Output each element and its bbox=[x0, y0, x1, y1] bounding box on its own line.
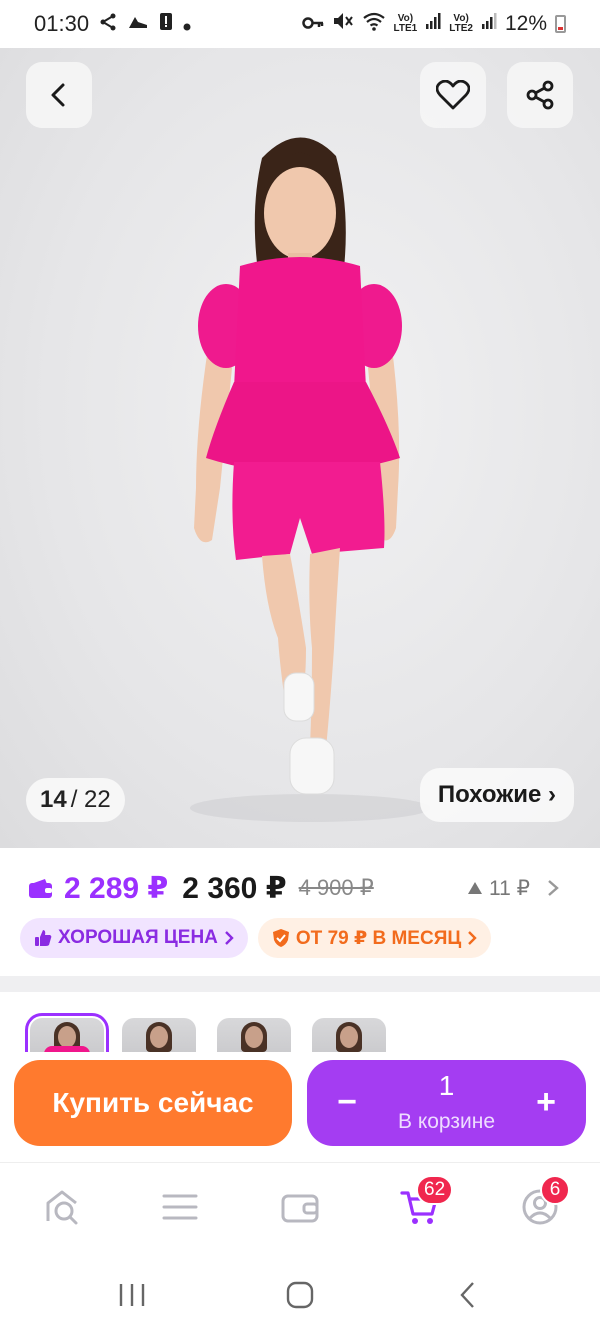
home-button[interactable] bbox=[280, 1280, 320, 1310]
cart-count-badge: 62 bbox=[416, 1175, 454, 1205]
chevron-right-icon bbox=[548, 880, 559, 896]
back-button[interactable] bbox=[26, 62, 92, 128]
wifi-icon bbox=[362, 11, 386, 37]
nav-home[interactable] bbox=[40, 1185, 84, 1229]
battery-percent: 12% bbox=[504, 12, 547, 35]
heart-icon bbox=[436, 80, 470, 110]
share-status-icon bbox=[99, 11, 117, 37]
system-navigation bbox=[0, 1258, 600, 1332]
good-price-chip[interactable]: ХОРОШАЯ ЦЕНА bbox=[20, 918, 248, 958]
photo-total: 22 bbox=[84, 786, 111, 813]
nav-wallet[interactable] bbox=[278, 1185, 322, 1229]
wallet-price: 2 289 ₽ bbox=[64, 871, 169, 905]
photo-current: 14 bbox=[40, 786, 67, 813]
variant-thumbnails bbox=[0, 992, 600, 1063]
installment-label: ОТ 79 ₽ В МЕСЯЦ bbox=[295, 927, 462, 949]
section-divider bbox=[0, 976, 600, 992]
thumbs-up-icon bbox=[35, 930, 52, 946]
wallet-icon bbox=[281, 1194, 319, 1223]
nav-catalog[interactable] bbox=[158, 1185, 202, 1229]
recent-apps-icon bbox=[119, 1284, 145, 1306]
installment-chip[interactable]: ОТ 79 ₽ В МЕСЯЦ bbox=[257, 918, 492, 958]
mute-icon bbox=[332, 11, 354, 37]
product-photo bbox=[190, 137, 430, 822]
dot-status-icon bbox=[183, 11, 191, 37]
cart-quantity-control: − 1 В корзине + bbox=[307, 1060, 586, 1146]
chevron-right-icon bbox=[468, 931, 477, 945]
home-icon bbox=[286, 1281, 314, 1309]
menu-icon bbox=[162, 1194, 198, 1220]
price-chips: ХОРОШАЯ ЦЕНА ОТ 79 ₽ В МЕСЯЦ bbox=[20, 918, 492, 958]
price-change[interactable]: 11 ₽ bbox=[467, 876, 560, 901]
recent-apps-button[interactable] bbox=[112, 1280, 152, 1310]
price-row: 2 289 ₽ 2 360 ₽ 4 900 ₽ 11 ₽ bbox=[28, 870, 560, 906]
profile-badge: 6 bbox=[540, 1175, 570, 1205]
nav-cart[interactable]: 62 bbox=[398, 1175, 454, 1229]
increase-quantity-button[interactable]: + bbox=[526, 1082, 566, 1122]
sim1-signal: Vo) LTE1 bbox=[393, 13, 418, 34]
price-delta-value: 11 ₽ bbox=[489, 876, 530, 900]
photo-counter: 14 / 22 bbox=[26, 778, 125, 822]
similar-button[interactable]: Похожие › bbox=[419, 768, 574, 822]
good-price-label: ХОРОШАЯ ЦЕНА bbox=[58, 927, 218, 948]
nav-profile[interactable]: 6 bbox=[518, 1175, 570, 1229]
purchase-actions: Купить сейчас − 1 В корзине + bbox=[0, 1052, 600, 1162]
chevron-right-icon bbox=[225, 931, 234, 945]
alert-status-icon bbox=[159, 11, 173, 37]
shoe-status-icon bbox=[127, 11, 149, 37]
status-bar: 01:30 Vo) LTE1 Vo) LTE2 12% bbox=[0, 0, 600, 48]
product-photo-gallery[interactable]: 14 / 22 Похожие › bbox=[0, 48, 600, 848]
buy-now-button[interactable]: Купить сейчас bbox=[14, 1060, 292, 1146]
triangle-up-icon bbox=[468, 882, 482, 894]
signal1-icon bbox=[425, 12, 441, 36]
sim2-signal: Vo) LTE2 bbox=[449, 13, 473, 34]
chevron-left-icon bbox=[460, 1282, 474, 1308]
chevron-left-icon bbox=[51, 83, 65, 107]
share-button[interactable] bbox=[507, 62, 573, 128]
regular-price: 2 360 ₽ bbox=[182, 871, 287, 905]
key-icon bbox=[301, 12, 324, 36]
price-card: 2 289 ₽ 2 360 ₽ 4 900 ₽ 11 ₽ ХОРОШАЯ ЦЕН… bbox=[0, 848, 600, 976]
shield-icon bbox=[272, 929, 289, 947]
old-price: 4 900 ₽ bbox=[298, 875, 374, 900]
share-icon bbox=[526, 80, 554, 110]
status-time: 01:30 bbox=[34, 11, 90, 36]
battery-icon bbox=[555, 15, 566, 33]
signal2-icon bbox=[481, 12, 497, 36]
home-search-icon bbox=[46, 1190, 78, 1225]
favorite-button[interactable] bbox=[420, 62, 486, 128]
wallet-icon bbox=[29, 879, 52, 898]
bottom-navigation: 62 6 bbox=[0, 1162, 600, 1258]
system-back-button[interactable] bbox=[448, 1280, 488, 1310]
